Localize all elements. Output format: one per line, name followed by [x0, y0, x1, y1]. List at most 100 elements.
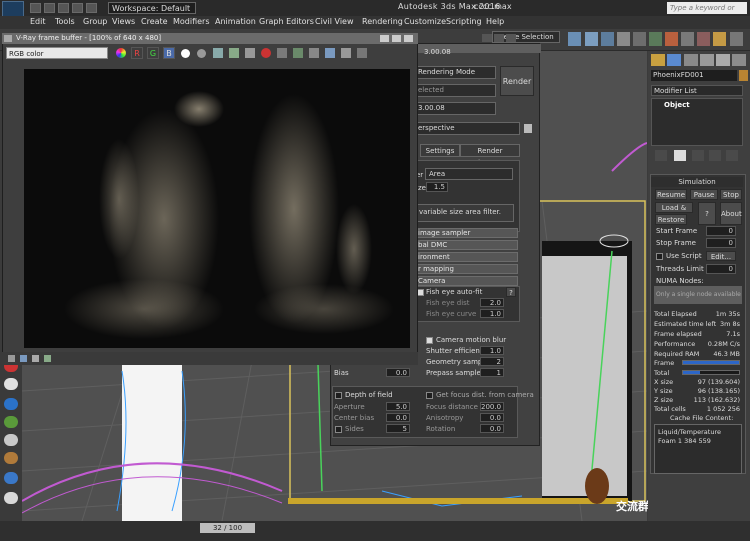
- prepass-samples-spinner[interactable]: 1: [480, 368, 504, 377]
- white-sphere-icon[interactable]: [4, 492, 18, 504]
- simulation-header[interactable]: Simulation: [651, 177, 743, 187]
- timeline[interactable]: [0, 521, 750, 541]
- copy-image-icon[interactable]: [357, 48, 367, 58]
- resume-button[interactable]: Resume: [655, 189, 687, 200]
- mirror-icon[interactable]: [568, 32, 581, 46]
- channel-dropdown[interactable]: RGB color: [6, 47, 108, 59]
- display-tab-icon[interactable]: [716, 54, 730, 66]
- clear-image-icon[interactable]: [245, 48, 255, 58]
- load-start-button[interactable]: Load & Start: [655, 202, 693, 223]
- motion-blur-checkbox[interactable]: [426, 337, 433, 344]
- vray-icon[interactable]: [730, 32, 743, 46]
- configure-sets-icon[interactable]: [726, 150, 738, 161]
- fisheye-help-button[interactable]: ?: [506, 287, 516, 297]
- utilities-tab-icon[interactable]: [732, 54, 746, 66]
- align-icon[interactable]: [585, 32, 598, 46]
- render-button[interactable]: Render: [500, 66, 534, 96]
- show-end-result-icon[interactable]: [674, 150, 686, 161]
- new-file-icon[interactable]: [30, 3, 41, 13]
- red-channel-button[interactable]: R: [131, 47, 143, 59]
- redo-icon[interactable]: [86, 3, 97, 13]
- green-leaf-icon[interactable]: [4, 416, 18, 428]
- sides-checkbox[interactable]: [335, 426, 342, 433]
- grey-cube-icon[interactable]: [4, 434, 18, 446]
- track-mouse-icon[interactable]: [293, 48, 303, 58]
- stop-button[interactable]: Stop: [720, 189, 742, 200]
- curve-editor-icon[interactable]: [633, 32, 646, 46]
- rsd-minimize-icon[interactable]: [482, 34, 492, 42]
- threads-limit-spinner[interactable]: 0: [706, 264, 736, 274]
- object-color-swatch[interactable]: [739, 70, 748, 81]
- menu-views[interactable]: Views: [112, 17, 135, 26]
- view-dropdown[interactable]: erspective: [414, 122, 520, 135]
- shutter-efficiency-spinner[interactable]: 1.0: [480, 346, 504, 355]
- selected-dropdown[interactable]: elected: [414, 84, 496, 97]
- rollout-global-dmc[interactable]: bal DMC: [414, 240, 518, 250]
- stop-frame-spinner[interactable]: 0: [706, 238, 736, 248]
- about-button[interactable]: About: [720, 202, 742, 225]
- render-last-icon[interactable]: [341, 48, 351, 58]
- open-file-icon[interactable]: [44, 3, 55, 13]
- schematic-icon[interactable]: [649, 32, 662, 46]
- blue-globe-icon[interactable]: [4, 398, 18, 410]
- region-render-icon[interactable]: [277, 48, 287, 58]
- pin-stack-icon[interactable]: [655, 150, 667, 161]
- use-script-checkbox[interactable]: [656, 253, 663, 260]
- vfb-status-icon[interactable]: [20, 355, 27, 362]
- menu-create[interactable]: Create: [141, 17, 168, 26]
- alpha-channel-icon[interactable]: [181, 49, 190, 58]
- green-channel-button[interactable]: G: [147, 47, 159, 59]
- mono-channel-icon[interactable]: [197, 49, 206, 58]
- vfb-status-icon[interactable]: [8, 355, 15, 362]
- render-teapot-icon[interactable]: [713, 32, 726, 46]
- fisheye-dist-spinner[interactable]: 2.0: [480, 298, 504, 307]
- color-wheel-icon[interactable]: [116, 48, 126, 58]
- rollout-color-mapping[interactable]: r mapping: [414, 264, 518, 274]
- white-arrow-icon[interactable]: [4, 378, 18, 390]
- geometry-samples-spinner[interactable]: 2: [480, 357, 504, 366]
- vfb-status-icon[interactable]: [44, 355, 51, 362]
- object-name-field[interactable]: PhoenixFD001: [651, 70, 737, 81]
- save-file-icon[interactable]: [58, 3, 69, 13]
- vfb-status-icon[interactable]: [32, 355, 39, 362]
- create-tab-icon[interactable]: [651, 54, 665, 66]
- menu-civil-view[interactable]: Civil View: [315, 17, 354, 26]
- start-frame-spinner[interactable]: 0: [706, 226, 736, 236]
- rollout-camera[interactable]: Camera: [414, 276, 518, 286]
- fisheye-curve-spinner[interactable]: 1.0: [480, 309, 504, 318]
- motion-tab-icon[interactable]: [700, 54, 714, 66]
- lens-effects-icon[interactable]: [325, 48, 335, 58]
- layer-icon[interactable]: [601, 32, 614, 46]
- tab-settings[interactable]: Settings: [420, 144, 460, 157]
- aperture-spinner[interactable]: 5.0: [386, 402, 410, 411]
- menu-rendering[interactable]: Rendering: [362, 17, 403, 26]
- stack-item-object[interactable]: Object: [664, 101, 690, 109]
- material-editor-icon[interactable]: [665, 32, 678, 46]
- vfb-maximize-icon[interactable]: [392, 35, 401, 42]
- time-slider[interactable]: 32 / 100: [200, 523, 255, 533]
- rollout-environment[interactable]: ironment: [414, 252, 518, 262]
- focus-from-camera-checkbox[interactable]: [426, 392, 433, 399]
- search-input[interactable]: Type a keyword or phrase: [667, 2, 747, 24]
- remove-modifier-icon[interactable]: [709, 150, 721, 161]
- bias-spinner[interactable]: 0.0: [386, 368, 410, 377]
- modifier-list-dropdown[interactable]: Modifier List: [651, 85, 743, 96]
- restore-button[interactable]: Restore: [655, 214, 687, 225]
- rsd-maximize-icon[interactable]: [494, 34, 504, 42]
- anisotropy-spinner[interactable]: 0.0: [480, 413, 504, 422]
- tan-icon[interactable]: [4, 452, 18, 464]
- rsd-close-icon[interactable]: [506, 34, 516, 42]
- menu-graph-editors[interactable]: Graph Editors: [259, 17, 314, 26]
- undo-icon[interactable]: [72, 3, 83, 13]
- vfb-title[interactable]: V-Ray frame buffer - [100% of 640 x 480]: [2, 33, 418, 44]
- pause-button[interactable]: Pause: [690, 189, 718, 200]
- rollout-image-sampler[interactable]: image sampler: [414, 228, 518, 238]
- hierarchy-tab-icon[interactable]: [684, 54, 698, 66]
- numa-nodes-list[interactable]: Only a single node available: [654, 286, 742, 304]
- menu-edit[interactable]: Edit: [30, 17, 46, 26]
- filter-dropdown[interactable]: Area: [425, 168, 513, 180]
- rotation-spinner[interactable]: 0.0: [480, 424, 504, 433]
- menu-customize[interactable]: Customize: [404, 17, 446, 26]
- modify-tab-icon[interactable]: [667, 54, 681, 66]
- tab-render-elements[interactable]: Render Elements: [460, 144, 520, 167]
